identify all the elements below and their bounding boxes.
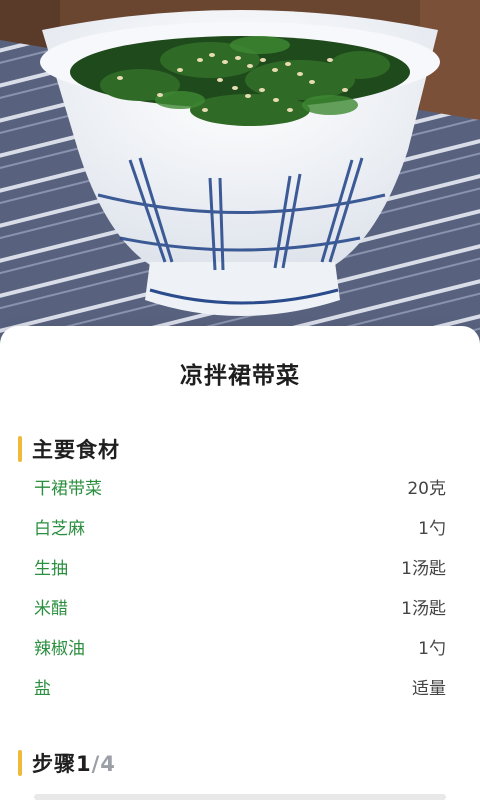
ingredient-row[interactable]: 米醋 1汤匙 [34, 586, 446, 626]
seaweed-salad-illustration [0, 0, 480, 360]
recipe-title: 凉拌裙带菜 [180, 363, 300, 389]
hero-image [0, 0, 480, 360]
ingredient-name: 白芝麻 [34, 518, 85, 539]
ingredient-amount: 1汤匙 [401, 558, 446, 579]
steps-header: 步骤1/4 [18, 748, 116, 778]
section-accent-bar [18, 436, 22, 462]
ingredient-list: 干裙带菜 20克 白芝麻 1勺 生抽 1汤匙 米醋 1汤匙 辣椒油 1勺 盐 适… [34, 466, 446, 706]
steps-label: 步骤 [32, 752, 76, 776]
ingredient-row[interactable]: 辣椒油 1勺 [34, 626, 446, 666]
ingredient-amount: 1汤匙 [401, 598, 446, 619]
steps-total: /4 [91, 752, 116, 776]
ingredient-row[interactable]: 白芝麻 1勺 [34, 506, 446, 546]
ingredients-header: 主要食材 [18, 434, 120, 464]
ingredient-name: 辣椒油 [34, 638, 85, 659]
ingredient-name: 生抽 [34, 558, 68, 579]
ingredient-amount: 20克 [407, 478, 446, 499]
ingredient-name: 米醋 [34, 598, 68, 619]
ingredient-row[interactable]: 生抽 1汤匙 [34, 546, 446, 586]
recipe-card: 凉拌裙带菜 主要食材 干裙带菜 20克 白芝麻 1勺 生抽 1汤匙 米醋 1汤匙… [0, 326, 480, 800]
steps-current: 1 [76, 752, 92, 776]
ingredient-name: 盐 [34, 678, 51, 699]
ingredient-row[interactable]: 干裙带菜 20克 [34, 466, 446, 506]
ingredients-title: 主要食材 [32, 438, 120, 462]
ingredient-amount: 适量 [412, 678, 446, 699]
ingredient-row[interactable]: 盐 适量 [34, 666, 446, 706]
ingredient-name: 干裙带菜 [34, 478, 102, 499]
steps-title: 步骤1/4 [32, 748, 116, 778]
ingredient-amount: 1勺 [418, 518, 446, 539]
section-accent-bar [18, 750, 22, 776]
ingredient-amount: 1勺 [418, 638, 446, 659]
step-image-peek[interactable] [34, 794, 446, 800]
